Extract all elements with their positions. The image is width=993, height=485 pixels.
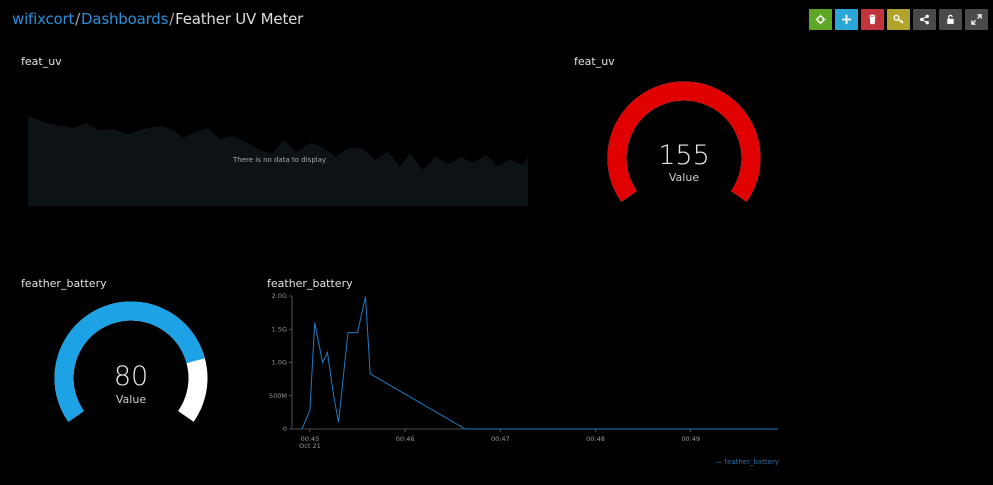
battery-line-chart: 2.0G1.5G1.0G500M000:45Oct 2100:46 00:47 00… bbox=[269, 292, 778, 450]
y-tick-label: 2.0G bbox=[272, 292, 287, 300]
x-tick-label: 00:48 bbox=[586, 435, 605, 443]
breadcrumb-separator: / bbox=[169, 10, 175, 28]
y-tick-label: 1.5G bbox=[272, 325, 287, 333]
fullscreen-button[interactable] bbox=[965, 9, 988, 30]
delete-button[interactable] bbox=[861, 9, 884, 30]
key-icon bbox=[893, 14, 904, 24]
uv-chart-title: feat_uv bbox=[21, 55, 62, 68]
uv-gauge: 155 Value bbox=[600, 78, 768, 218]
y-tick-label: 0 bbox=[283, 425, 287, 433]
x-tick-label: 00:47 bbox=[491, 435, 510, 443]
battery-gauge-unit: Value bbox=[115, 393, 147, 406]
share-icon bbox=[920, 14, 929, 25]
uv-gauge-title: feat_uv bbox=[574, 55, 615, 68]
chart-legend[interactable]: — feather_battery bbox=[715, 458, 779, 466]
y-tick-label: 1.0G bbox=[272, 359, 287, 367]
expand-icon bbox=[971, 14, 982, 25]
key-button[interactable] bbox=[887, 9, 910, 30]
trash-icon bbox=[869, 14, 876, 25]
unlock-icon bbox=[947, 14, 954, 24]
settings-button[interactable] bbox=[809, 9, 832, 30]
y-tick-label: 500M bbox=[269, 392, 287, 400]
add-block-button[interactable] bbox=[835, 9, 858, 30]
breadcrumb-dashboards-link[interactable]: Dashboards bbox=[81, 10, 168, 28]
dashboard-toolbar bbox=[809, 9, 988, 30]
x-date-label: Oct 21 bbox=[299, 442, 321, 450]
page-title: Feather UV Meter bbox=[175, 10, 304, 28]
battery-gauge-title: feather_battery bbox=[21, 277, 107, 290]
breadcrumb-separator: / bbox=[75, 10, 81, 28]
x-tick-label: 00:49 bbox=[681, 435, 700, 443]
battery-gauge: 80 Value bbox=[47, 298, 215, 438]
battery-gauge-value: 80 bbox=[113, 361, 149, 392]
no-data-message: There is no data to display bbox=[233, 156, 327, 164]
uv-gauge-unit: Value bbox=[668, 171, 700, 184]
x-tick-label: 00:46 bbox=[396, 435, 415, 443]
share-button[interactable] bbox=[913, 9, 936, 30]
uv-gauge-value: 155 bbox=[658, 140, 710, 171]
lock-button[interactable] bbox=[939, 9, 962, 30]
series-line-feather_battery bbox=[301, 296, 778, 430]
gear-icon bbox=[815, 14, 826, 25]
breadcrumb-user-link[interactable]: wifixcort bbox=[12, 10, 74, 28]
plus-icon bbox=[841, 14, 852, 25]
breadcrumb: wifixcort/Dashboards/Feather UV Meter bbox=[12, 10, 303, 28]
